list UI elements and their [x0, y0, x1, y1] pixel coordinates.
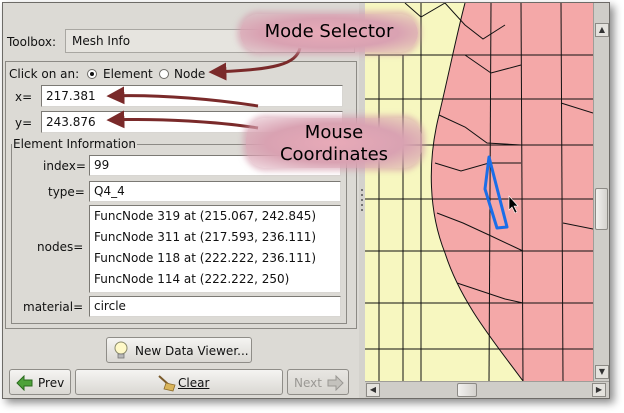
- new-data-viewer-button[interactable]: New Data Viewer...: [106, 337, 252, 363]
- toolbox-label: Toolbox:: [7, 35, 57, 49]
- index-label: index=: [43, 159, 86, 173]
- horizontal-scrollbar[interactable]: ◀ ▶: [365, 381, 609, 398]
- node-radio[interactable]: [159, 69, 169, 79]
- scroll-right-icon[interactable]: ▶: [592, 383, 606, 397]
- next-button[interactable]: Next: [287, 369, 349, 395]
- arrow-right-icon: [327, 375, 344, 391]
- element-information-title: Element Information: [12, 137, 137, 151]
- nodes-label: nodes=: [37, 240, 84, 254]
- toolbox-window: Toolbox: Mesh Info Click on an: Element …: [2, 2, 610, 399]
- nodes-list[interactable]: FuncNode 319 at (215.067, 242.845) FuncN…: [89, 205, 341, 293]
- node-list-item[interactable]: FuncNode 311 at (217.593, 236.111): [94, 230, 316, 244]
- scroll-down-icon[interactable]: ▼: [595, 365, 609, 379]
- type-field[interactable]: Q4_4: [89, 181, 341, 202]
- clear-button[interactable]: Clear: [75, 369, 283, 395]
- y-label: y=: [15, 116, 33, 130]
- material-label: material=: [23, 300, 84, 314]
- material-field[interactable]: circle: [89, 296, 341, 317]
- mouse-coordinates-annotation: Mouse Coordinates: [246, 118, 422, 168]
- new-data-viewer-label: New Data Viewer...: [135, 344, 249, 358]
- broom-icon: [158, 375, 176, 392]
- element-radio[interactable]: [87, 69, 97, 79]
- type-label: type=: [48, 185, 85, 199]
- mesh-graphics: [365, 3, 593, 381]
- node-list-item[interactable]: FuncNode 319 at (215.067, 242.845): [94, 209, 316, 223]
- toolbox-panel: Toolbox: Mesh Info Click on an: Element …: [3, 3, 358, 398]
- node-list-item[interactable]: FuncNode 118 at (222.222, 236.111): [94, 251, 316, 265]
- prev-label: Prev: [38, 376, 65, 390]
- mouse-coordinates-line2: Coordinates: [279, 144, 389, 165]
- scroll-left-icon[interactable]: ◀: [366, 383, 380, 397]
- next-label: Next: [294, 376, 322, 390]
- horizontal-scroll-thumb[interactable]: [457, 383, 477, 397]
- mesh-canvas[interactable]: [365, 3, 593, 381]
- mouse-coordinates-line1: Mouse: [304, 122, 364, 143]
- clear-label: Clear: [178, 376, 210, 390]
- scroll-up-icon[interactable]: ▲: [595, 23, 609, 37]
- node-list-item[interactable]: FuncNode 114 at (222.222, 250): [94, 272, 289, 286]
- vertical-scroll-thumb[interactable]: [595, 188, 608, 230]
- mode-selector-annotation: Mode Selector: [240, 14, 418, 52]
- x-coordinate-field[interactable]: 217.381: [41, 85, 343, 107]
- x-label: x=: [15, 90, 33, 104]
- element-radio-label[interactable]: Element: [103, 67, 153, 81]
- vertical-scrollbar[interactable]: ▲ ▼: [593, 3, 609, 381]
- prev-button[interactable]: Prev: [9, 369, 71, 395]
- arrow-left-icon: [16, 375, 33, 391]
- lightbulb-icon: [114, 341, 128, 359]
- click-on-label: Click on an:: [9, 67, 80, 81]
- node-radio-label[interactable]: Node: [174, 67, 205, 81]
- material-region: [431, 3, 593, 381]
